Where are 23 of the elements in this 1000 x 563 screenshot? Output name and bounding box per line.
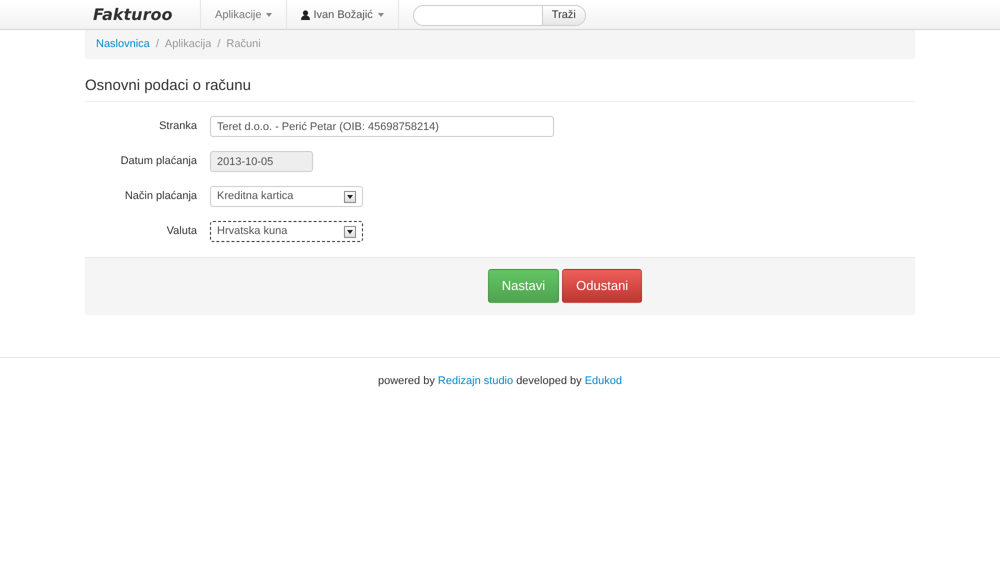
breadcrumb-item: Aplikacija (164, 37, 212, 52)
input-field[interactable]: Teret d.o.o. - Perić Petar (OIB: 45698758214) (210, 116, 554, 137)
field-label: Datum plaćanja (120, 154, 197, 170)
footer-text: powered by Redizajn studio developed by Edukod (376, 374, 624, 388)
brand-logo[interactable]: Fakturoo (85, 3, 200, 27)
user-icon (301, 10, 310, 20)
caret-icon (266, 13, 272, 17)
field-label: Način plaćanja (124, 189, 197, 204)
form-title: Osnovni podaci o računu (85, 76, 915, 102)
dropdown-icon (344, 226, 356, 238)
footer-link[interactable]: Edukod (584, 374, 622, 386)
breadcrumb-item: Računi (226, 37, 261, 52)
field-label: Valuta (166, 224, 197, 240)
caret-icon (378, 13, 384, 17)
breadcrumb-link[interactable]: Naslovnica (96, 36, 150, 52)
select-field[interactable]: Kreditna kartica (210, 186, 363, 207)
footer-link[interactable]: Redizajn studio (438, 374, 514, 386)
select-field[interactable]: Hrvatska kuna (210, 221, 363, 242)
field-label: Stranka (158, 119, 197, 134)
cancel-button[interactable]: Odustani (562, 269, 642, 303)
dropdown-icon (344, 190, 356, 202)
breadcrumb-separator: / (217, 37, 220, 52)
breadcrumb-separator: / (156, 37, 159, 52)
